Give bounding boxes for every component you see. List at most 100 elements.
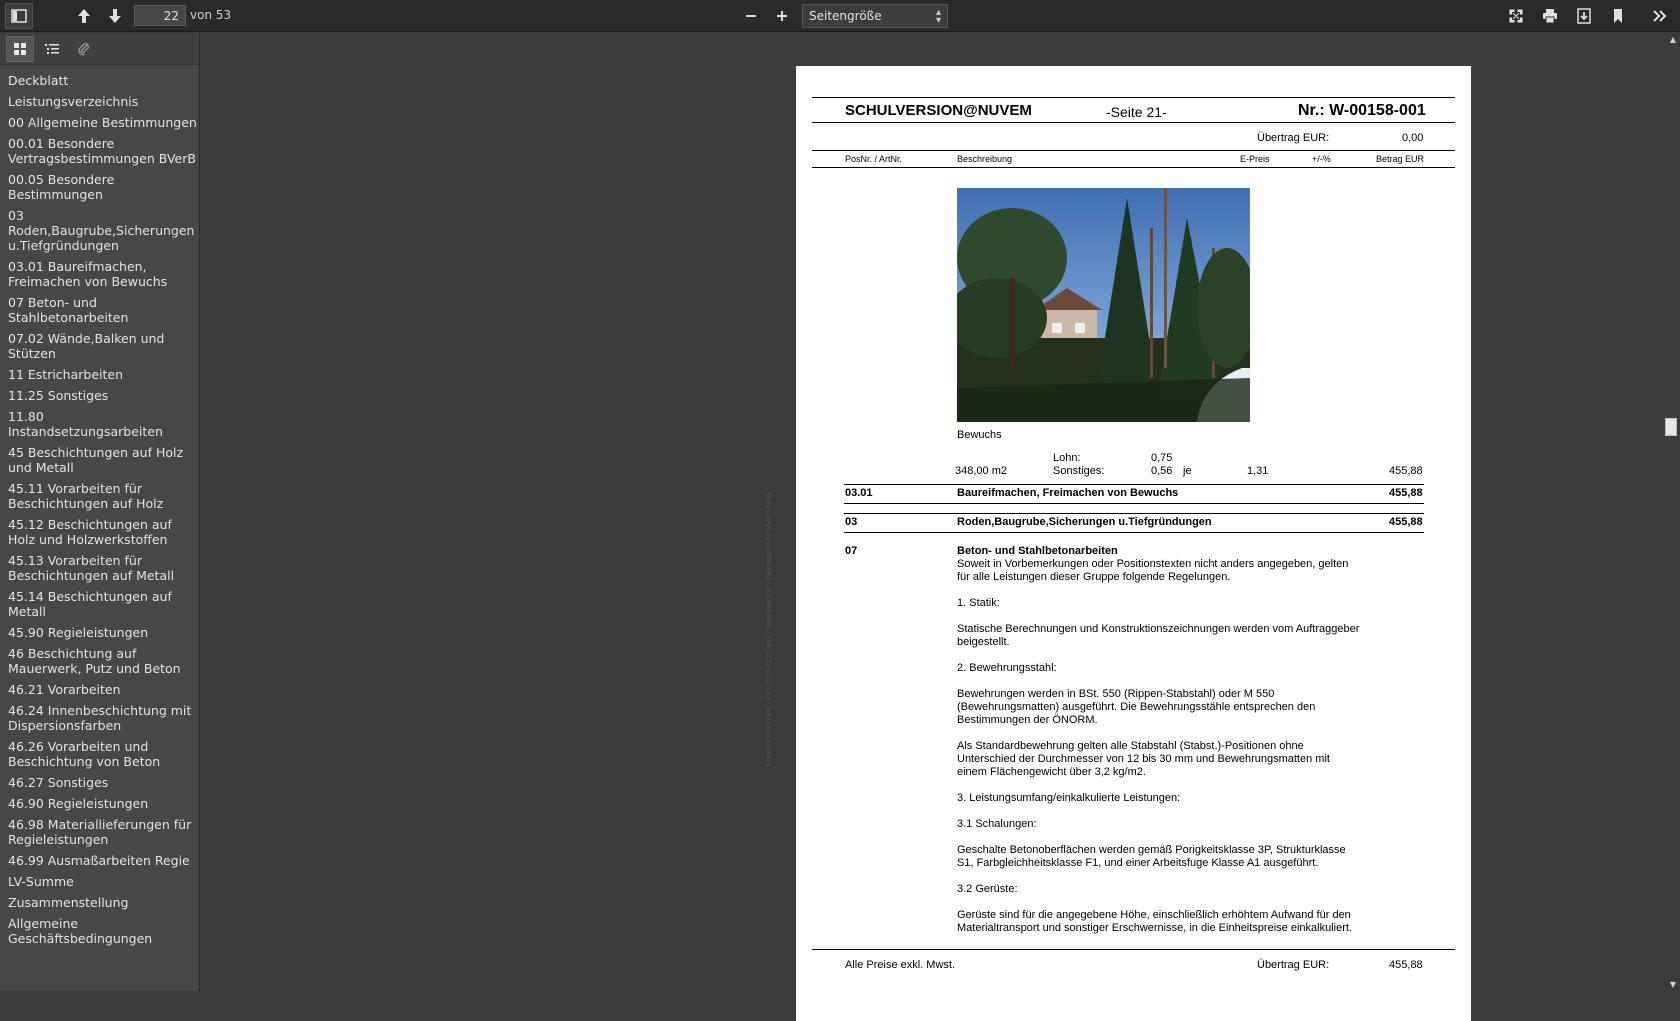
subtotal-1-value: 455,88 [1389, 487, 1423, 499]
body-heading: 3. Leistungsumfang/einkalkulierte Leistu… [957, 792, 1181, 804]
subtotal-1-description: Baureifmachen, Freimachen von Bewuchs [957, 487, 1179, 499]
body-line: Statische Berechnungen und Konstruktions… [957, 623, 1360, 635]
sidebar-toggle-button[interactable] [5, 3, 33, 29]
outline-item[interactable]: 46.27 Sonstiges [8, 772, 198, 793]
outline-item[interactable]: 46.98 Materiallieferungen für Regieleist… [8, 814, 198, 850]
zoom-select-value: Seitengröße [809, 9, 882, 23]
next-page-button[interactable] [101, 3, 129, 29]
printer-icon [1543, 9, 1557, 24]
outline-item[interactable]: 45.11 Vorarbeiten für Beschichtungen auf… [8, 478, 198, 514]
unit-price: 1,31 [1247, 465, 1269, 477]
subtotal-2-description: Roden,Baugrube,Sicherungen u.Tiefgründun… [957, 516, 1212, 528]
carry-over-value: 0,00 [1402, 132, 1424, 144]
company-name: SCHULVERSION@NUVEM [845, 102, 1032, 119]
sidebar-tabs [0, 33, 199, 65]
body-heading: 1. Statik: [957, 597, 1000, 609]
section-title: Beton- und Stahlbetonarbeiten [957, 545, 1118, 557]
zoom-select[interactable]: Seitengröße ▴ ▾ [802, 4, 948, 28]
outline-item[interactable]: 45.12 Beschichtungen auf Holz und Holzwe… [8, 514, 198, 550]
footer-carry-value: 455,88 [1389, 959, 1423, 971]
paperclip-icon [78, 42, 89, 55]
outline-item[interactable]: 00.01 Besondere Vertragsbestimmungen BVe… [8, 133, 198, 169]
outline-item[interactable]: 45.14 Beschichtungen auf Metall [8, 586, 198, 622]
outline-item[interactable]: LV-Summe [8, 871, 198, 892]
arrow-down-icon [109, 9, 121, 23]
pdf-page: Erstellt mit NUVEM - V05.0223-1216 (erp)… [766, 66, 1471, 1021]
sidebar: Deckblatt Leistungsverzeichnis 00 Allgem… [0, 33, 200, 991]
bookmark-button[interactable] [1604, 3, 1632, 29]
outline-item[interactable]: 00.05 Besondere Bestimmungen [8, 169, 198, 205]
outline-item[interactable]: 00 Allgemeine Bestimmungen [8, 112, 198, 133]
body-line: Bewehrungen werden in BSt. 550 (Rippen-S… [957, 688, 1275, 700]
outline-item[interactable]: 11.25 Sonstiges [8, 385, 198, 406]
page-number-input[interactable] [134, 5, 186, 26]
zoom-in-button[interactable] [768, 3, 796, 29]
body-line: (Bewehrungsmatten) ausgeführt. Die Beweh… [957, 701, 1316, 713]
document-viewport[interactable]: Erstellt mit NUVEM - V05.0223-1216 (erp)… [201, 33, 1663, 1021]
column-header-description: Beschreibung [957, 154, 1013, 164]
outline-item[interactable]: 46.99 Ausmaßarbeiten Regie [8, 850, 198, 871]
outline-item[interactable]: 45 Beschichtungen auf Holz und Metall [8, 442, 198, 478]
select-arrows-icon: ▴ ▾ [935, 7, 941, 26]
scroll-down-arrow-icon[interactable]: ▼ [1670, 980, 1676, 989]
bookmark-icon [1614, 9, 1622, 23]
outline-item[interactable]: 11 Estricharbeiten [8, 364, 198, 385]
scroll-up-arrow-icon[interactable]: ▲ [1670, 35, 1676, 44]
outline-item[interactable]: 45.13 Vorarbeiten für Beschichtungen auf… [8, 550, 198, 586]
header-rule-columns [812, 150, 1455, 151]
body-line: Als Standardbewehrung gelten alle Stabst… [957, 740, 1304, 752]
wage-value: 0,75 [1151, 452, 1173, 464]
outline-item[interactable]: 45.90 Regieleistungen [8, 622, 198, 643]
outline-item[interactable]: 11.80 Instandsetzungsarbeiten [8, 406, 198, 442]
minus-icon [746, 15, 756, 17]
body-heading: 2. Bewehrungsstahl: [957, 662, 1057, 674]
thumbnails-tab[interactable] [6, 35, 34, 62]
side-credit-text: Erstellt mit NUVEM - V05.0223-1216 (erp)… [766, 493, 773, 766]
outline-item[interactable]: Zusammenstellung [8, 892, 198, 913]
tools-menu-button[interactable] [1646, 3, 1674, 29]
outline-item[interactable]: Deckblatt [8, 69, 198, 91]
outline-item[interactable]: 46.21 Vorarbeiten [8, 679, 198, 700]
outline-item[interactable]: 03.01 Baureifmachen, Freimachen von Bewu… [8, 256, 198, 292]
body-line: Gerüste sind für die angegebene Höhe, ei… [957, 909, 1351, 921]
column-header-unit-price: E-Preis [1240, 154, 1270, 164]
outline-item[interactable]: 07 Beton- und Stahlbetonarbeiten [8, 292, 198, 328]
vertical-scrollbar[interactable]: ▲ ▼ [1663, 33, 1680, 991]
sidebar-icon [11, 9, 27, 23]
subtotal-rule-2-bottom [844, 532, 1424, 533]
subtotal-rule-1 [844, 484, 1424, 485]
scrollbar-thumb[interactable] [1665, 418, 1677, 436]
body-line: Soweit in Vorbemerkungen oder Positionst… [957, 558, 1349, 570]
outline-item[interactable]: 03 Roden,Baugrube,Sicherungen u.Tiefgrün… [8, 205, 198, 256]
footer-carry-label: Übertrag EUR: [1257, 959, 1330, 971]
outline-item[interactable]: 46.24 Innenbeschichtung mit Dispersionsf… [8, 700, 198, 736]
outline-tab[interactable] [38, 36, 66, 62]
zoom-out-button[interactable] [737, 3, 765, 29]
outline-item[interactable]: 46.26 Vorarbeiten und Beschichtung von B… [8, 736, 198, 772]
header-rule-mid [812, 122, 1455, 123]
body-line: Geschalte Betonoberflächen werden gemäß … [957, 844, 1346, 856]
outline-item[interactable]: Allgemeine Geschäftsbedingungen [8, 913, 198, 949]
outline-item[interactable]: 07.02 Wände,Balken und Stützen [8, 328, 198, 364]
attachments-tab[interactable] [70, 36, 98, 62]
footer-price-note: Alle Preise exkl. Mwst. [845, 959, 956, 971]
print-button[interactable] [1536, 3, 1564, 29]
subtotal-2-value: 455,88 [1389, 516, 1423, 528]
footer-rule [812, 949, 1455, 950]
header-rule-bottom [812, 167, 1455, 168]
previous-page-button[interactable] [70, 3, 98, 29]
column-header-percent: +/-% [1312, 154, 1331, 164]
outline-item[interactable]: 46 Beschichtung auf Mauerwerk, Putz und … [8, 643, 198, 679]
outline-item[interactable]: 46.90 Regieleistungen [8, 793, 198, 814]
presentation-mode-button[interactable] [1502, 3, 1530, 29]
body-line: einem Flächengewicht über 3,2 kg/m2. [957, 766, 1146, 778]
page-label: -Seite 21- [1106, 104, 1167, 120]
per-unit-label: je [1183, 465, 1192, 477]
column-header-position: PosNr. / ArtNr. [845, 154, 903, 164]
download-button[interactable] [1570, 3, 1598, 29]
body-heading: 3.2 Gerüste: [957, 883, 1018, 895]
grid-icon [14, 42, 26, 55]
body-line: S1, Farbgleichheitsklasse F1, und einer … [957, 857, 1319, 869]
outline-item[interactable]: Leistungsverzeichnis [8, 91, 198, 112]
vegetation-photo [957, 188, 1250, 422]
